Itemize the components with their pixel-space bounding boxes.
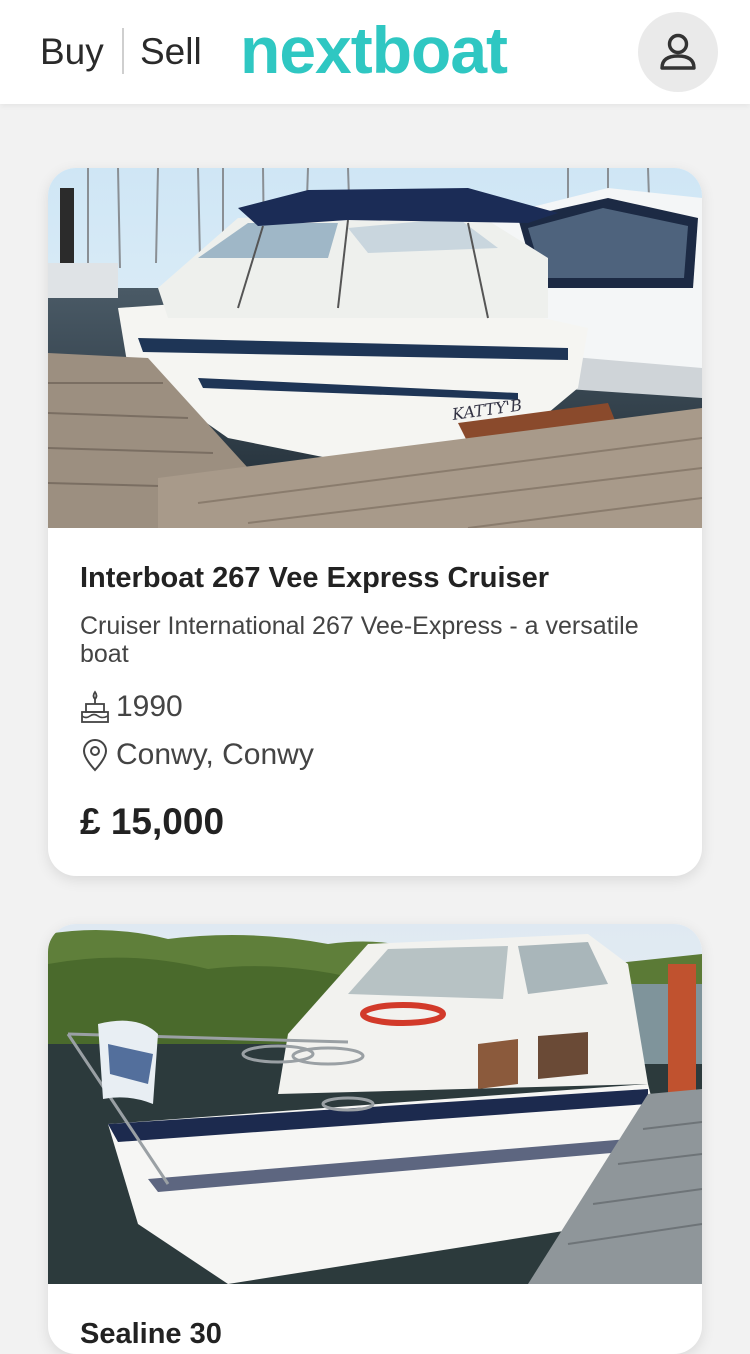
boat-photo[interactable]: [48, 924, 702, 1284]
listing-title[interactable]: Interboat 267 Vee Express Cruiser: [80, 560, 549, 596]
nav-sell-link[interactable]: Sell: [140, 30, 202, 74]
account-button[interactable]: [638, 12, 718, 92]
nav-divider: [122, 28, 124, 74]
listing-title[interactable]: Sealine 30: [80, 1316, 222, 1352]
nav-buy-link[interactable]: Buy: [40, 30, 104, 74]
location-pin-icon: [82, 739, 108, 772]
listing-price: £ 15,000: [80, 801, 225, 842]
listing-year: 1990: [116, 690, 183, 723]
listing-card[interactable]: Sealine 30: [48, 924, 702, 1354]
listing-card[interactable]: KATTY'B Interboat 267 Vee Express Cruise…: [48, 168, 702, 876]
listing-location: Conwy, Conwy: [116, 738, 314, 771]
nextboat-logo[interactable]: nextboat: [240, 14, 508, 86]
top-header: Buy Sell nextboat: [0, 0, 750, 104]
cake-icon: [81, 690, 109, 723]
listing-year-row: 1990: [80, 690, 183, 724]
listing-description: Cruiser International 267 Vee-Express - …: [80, 612, 639, 668]
boat-photo[interactable]: KATTY'B: [48, 168, 702, 528]
user-icon: [660, 33, 696, 70]
listing-location-row: Conwy, Conwy: [80, 738, 314, 772]
